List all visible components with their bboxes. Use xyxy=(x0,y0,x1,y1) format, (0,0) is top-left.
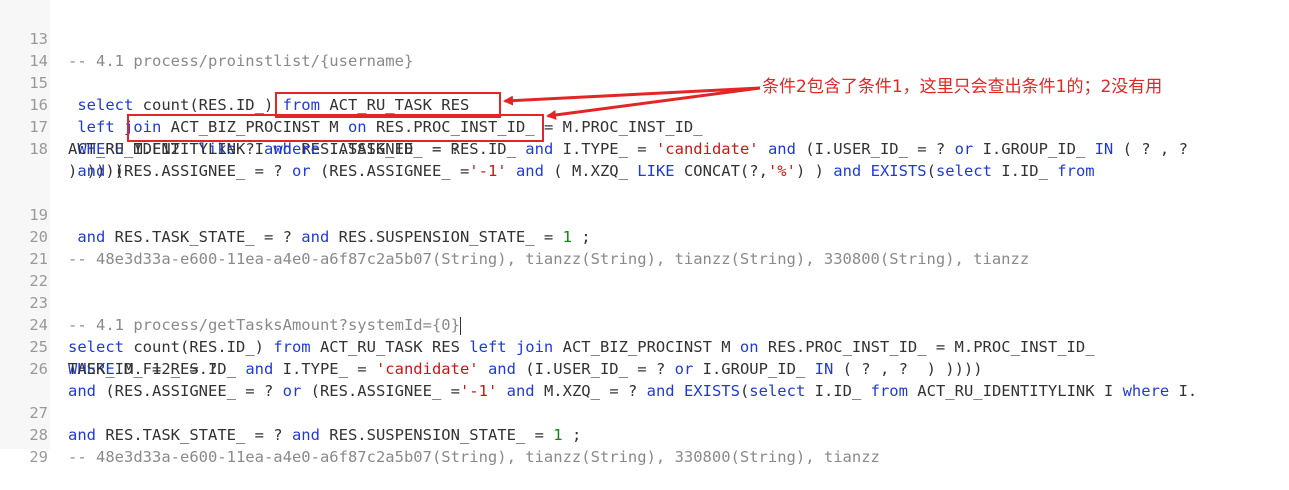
code-editor[interactable]: 13 -- 4.1 process/proinstlist/{username}… xyxy=(0,0,1289,466)
annotation-note: 条件2包含了条件1，这里只会查出条件1的；2没有用 xyxy=(762,77,1163,97)
annotation-arrows xyxy=(503,86,761,120)
line-number: 29 xyxy=(29,448,48,466)
sql-comment: -- 48e3d33a-e600-11ea-a4e0-a6f87c2a5b07(… xyxy=(68,448,880,466)
